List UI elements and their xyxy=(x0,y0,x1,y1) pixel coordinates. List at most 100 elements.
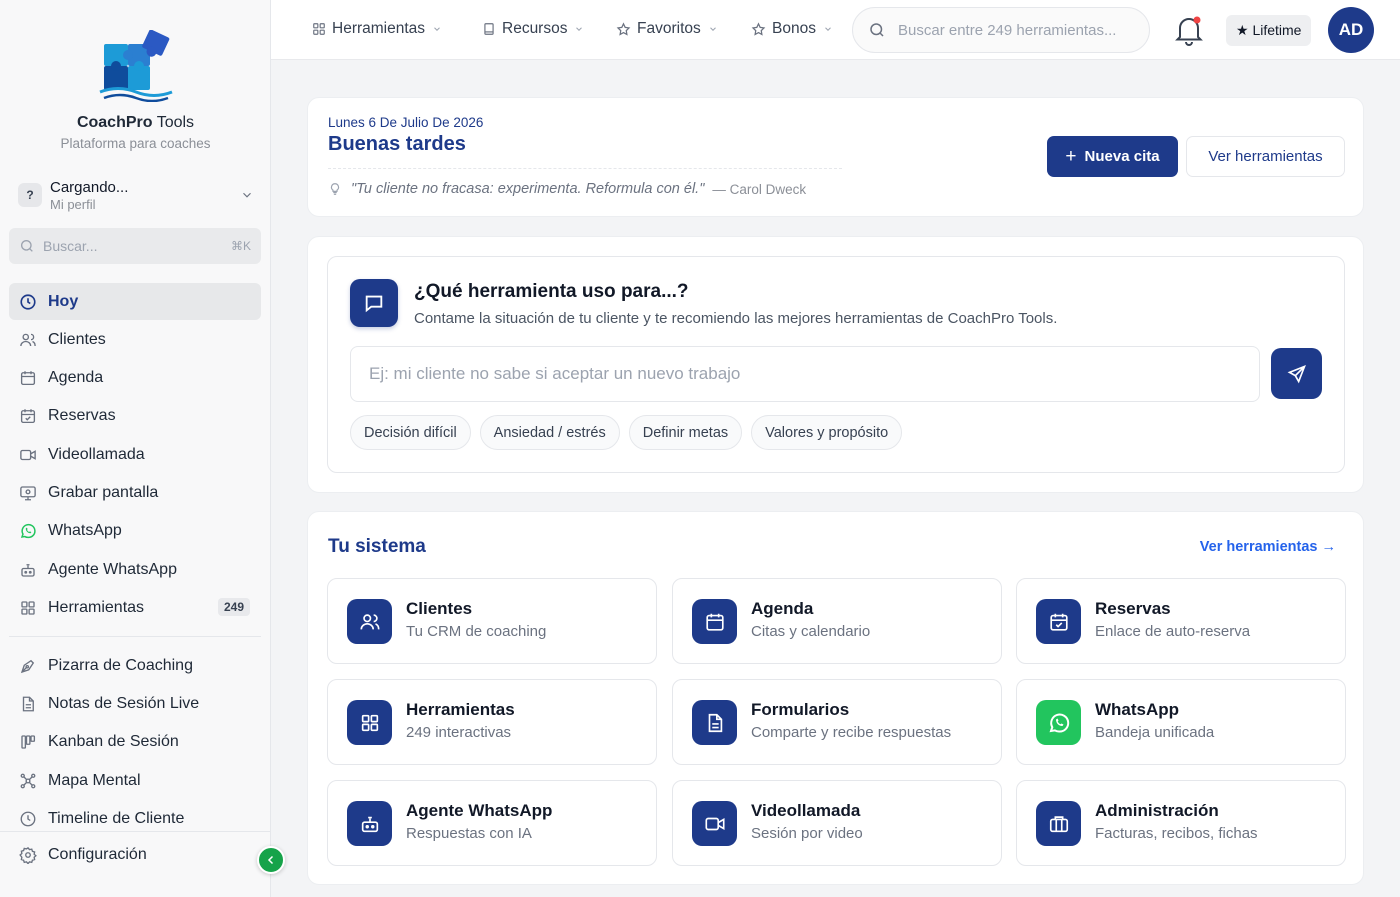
global-search-input[interactable]: Buscar entre 249 herramientas... xyxy=(852,7,1150,53)
sidebar-item-whatsapp[interactable]: WhatsApp xyxy=(9,513,261,550)
tile-title: Herramientas xyxy=(406,700,515,719)
star-icon xyxy=(616,21,631,36)
puzzle-logo-icon xyxy=(98,30,173,102)
clock-icon xyxy=(20,811,36,827)
tool-recommender-card: ¿Qué herramienta uso para...? Contame la… xyxy=(307,236,1364,493)
sidebar-item-reservas[interactable]: Reservas xyxy=(9,398,261,435)
sidebar-item-herramientas[interactable]: Herramientas 249 xyxy=(9,589,261,626)
profile-sub: Mi perfil xyxy=(50,196,96,212)
system-title: Tu sistema xyxy=(328,536,426,557)
send-icon xyxy=(1287,364,1306,383)
sidebar-item-mapa-mental[interactable]: Mapa Mental xyxy=(9,762,261,799)
notifications-button[interactable] xyxy=(1171,12,1207,48)
bot-icon xyxy=(347,801,392,846)
sidebar-item-agente-whatsapp[interactable]: Agente WhatsApp xyxy=(9,551,261,588)
sidebar: CoachPro Tools Plataforma para coaches ?… xyxy=(0,0,271,897)
nav-label: Favoritos xyxy=(637,20,701,37)
sidebar-item-label: Agente WhatsApp xyxy=(48,560,177,578)
chevron-down-icon xyxy=(709,27,716,31)
sidebar-search[interactable]: Buscar... ⌘K xyxy=(9,228,261,264)
tile-agente-whatsapp[interactable]: Agente WhatsApp Respuestas con IA xyxy=(327,780,657,866)
view-tools-button[interactable]: Ver herramientas xyxy=(1186,136,1345,177)
sidebar-search-placeholder: Buscar... xyxy=(43,238,98,254)
calendar-icon xyxy=(692,599,737,644)
tile-title: Agente WhatsApp xyxy=(406,801,553,820)
tile-administracion[interactable]: Administración Facturas, recibos, fichas xyxy=(1016,780,1346,866)
sidebar-item-label: Hoy xyxy=(48,292,79,310)
user-avatar[interactable]: AD xyxy=(1328,7,1374,53)
briefcase-icon xyxy=(1036,801,1081,846)
sidebar-item-pizarra[interactable]: Pizarra de Coaching xyxy=(9,647,261,684)
profile-switcher[interactable]: ? Cargando... Mi perfil xyxy=(18,177,258,213)
sidebar-divider xyxy=(9,636,261,638)
divider xyxy=(328,168,842,169)
view-tools-link[interactable]: Ver herramientas → xyxy=(1200,539,1336,555)
sidebar-item-videollamada[interactable]: Videollamada xyxy=(9,436,261,473)
chip-ansiedad[interactable]: Ansiedad / estrés xyxy=(479,415,620,450)
sidebar-item-agenda[interactable]: Agenda xyxy=(9,360,261,397)
sidebar-item-configuracion[interactable]: Configuración xyxy=(19,846,147,864)
nav-favoritos[interactable]: Favoritos xyxy=(616,20,718,38)
tile-title: Formularios xyxy=(751,700,850,719)
lifetime-badge: ★ Lifetime xyxy=(1226,15,1312,46)
chevron-down-icon xyxy=(825,27,831,31)
brand-name-rest: Tools xyxy=(152,114,195,131)
sidebar-item-label: Herramientas xyxy=(48,598,145,616)
grid-icon xyxy=(21,601,35,615)
tools-count-badge: 249 xyxy=(217,598,250,617)
nav-bonos[interactable]: Bonos xyxy=(751,20,833,38)
tile-whatsapp[interactable]: WhatsApp Bandeja unificada xyxy=(1016,679,1346,765)
sidebar-nav: Hoy Clientes Agenda Reservas Videollamad… xyxy=(9,283,261,839)
quote-author: — Carol Dweck xyxy=(712,181,807,197)
calendar-check-icon xyxy=(20,409,36,424)
chevron-down-icon xyxy=(576,27,583,31)
global-search-placeholder: Buscar entre 249 herramientas... xyxy=(898,21,1117,39)
chip-valores[interactable]: Valores y propósito xyxy=(751,415,903,450)
daily-quote: "Tu cliente no fracasa: experimenta. Ref… xyxy=(328,181,806,197)
grid-icon xyxy=(313,23,325,35)
greeting-card: Lunes 6 De Julio De 2026 Buenas tardes "… xyxy=(307,97,1364,217)
screen-record-icon xyxy=(20,486,36,501)
tile-title: Videollamada xyxy=(751,801,861,820)
users-icon xyxy=(347,599,392,644)
search-icon xyxy=(870,23,884,37)
chevron-down-icon xyxy=(243,192,251,198)
tile-title: Administración xyxy=(1095,801,1219,820)
recommender-title: ¿Qué herramienta uso para...? xyxy=(414,281,689,302)
brand-name: CoachPro Tools xyxy=(77,114,194,132)
video-icon xyxy=(692,801,737,846)
sidebar-item-hoy[interactable]: Hoy xyxy=(9,283,261,320)
tile-herramientas[interactable]: Herramientas 249 interactivas xyxy=(327,679,657,765)
sidebar-item-grabar-pantalla[interactable]: Grabar pantalla xyxy=(9,474,261,511)
tile-clientes[interactable]: Clientes Tu CRM de coaching xyxy=(327,578,657,664)
current-date: Lunes 6 De Julio De 2026 xyxy=(328,115,484,130)
collapse-sidebar-button[interactable] xyxy=(257,846,285,874)
sidebar-item-notas[interactable]: Notas de Sesión Live xyxy=(9,686,261,723)
tile-formularios[interactable]: Formularios Comparte y recibe respuestas xyxy=(672,679,1002,765)
new-appointment-button[interactable]: + Nueva cita xyxy=(1047,136,1178,177)
sidebar-item-label: Clientes xyxy=(48,330,106,348)
tile-subtitle: Comparte y recibe respuestas xyxy=(751,724,952,741)
kanban-icon xyxy=(21,735,36,750)
tile-subtitle: Bandeja unificada xyxy=(1095,724,1215,741)
tile-agenda[interactable]: Agenda Citas y calendario xyxy=(672,578,1002,664)
tile-title: Clientes xyxy=(406,599,473,618)
config-label: Configuración xyxy=(48,846,147,863)
chip-definir-metas[interactable]: Definir metas xyxy=(628,415,743,450)
search-shortcut: ⌘K xyxy=(230,239,251,253)
tile-reservas[interactable]: Reservas Enlace de auto-reserva xyxy=(1016,578,1346,664)
nav-herramientas[interactable]: Herramientas xyxy=(312,20,442,38)
calendar-check-icon xyxy=(1036,599,1081,644)
sidebar-item-kanban[interactable]: Kanban de Sesión xyxy=(9,724,261,761)
brand-name-bold: CoachPro xyxy=(76,114,153,131)
recommender-subtitle: Contame la situación de tu cliente y te … xyxy=(414,310,1058,327)
send-button[interactable] xyxy=(1271,348,1322,399)
chip-decision-dificil[interactable]: Decisión difícil xyxy=(350,415,471,450)
tile-videollamada[interactable]: Videollamada Sesión por video xyxy=(672,780,1002,866)
nav-recursos[interactable]: Recursos xyxy=(482,20,584,38)
sidebar-item-clientes[interactable]: Clientes xyxy=(9,321,261,358)
tile-subtitle: Sesión por video xyxy=(751,825,863,842)
video-icon xyxy=(20,449,36,460)
gear-icon xyxy=(19,846,37,864)
situation-input[interactable]: Ej: mi cliente no sabe si aceptar un nue… xyxy=(350,346,1260,402)
